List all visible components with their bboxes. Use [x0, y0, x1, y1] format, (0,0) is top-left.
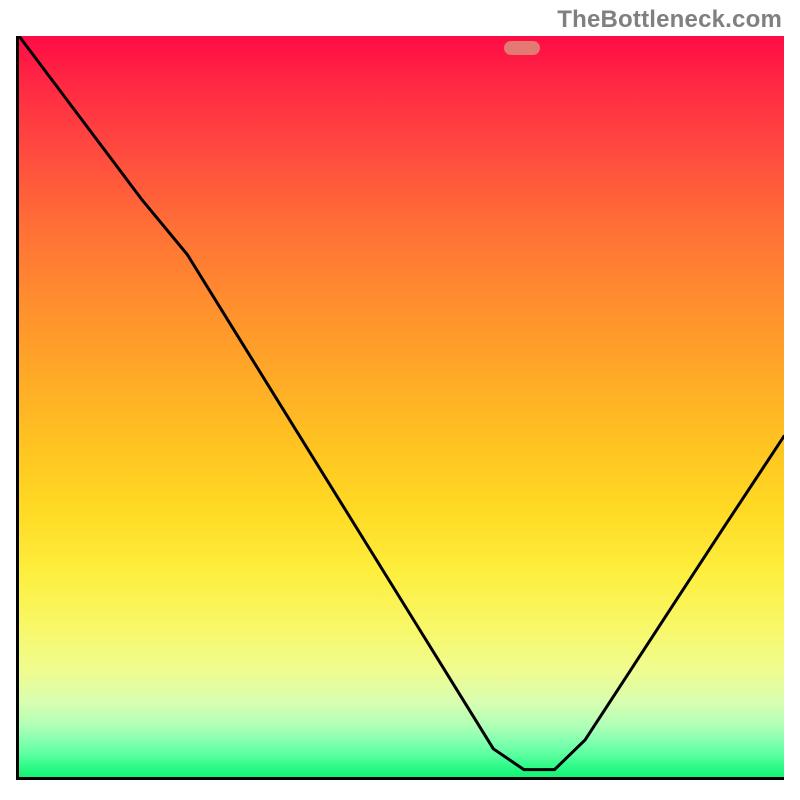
watermark-text: TheBottleneck.com	[557, 6, 782, 34]
chart-plot-area	[16, 36, 784, 780]
bottleneck-curve-line	[19, 36, 784, 770]
chart-line-svg	[19, 36, 784, 777]
optimal-point-marker	[504, 41, 540, 55]
